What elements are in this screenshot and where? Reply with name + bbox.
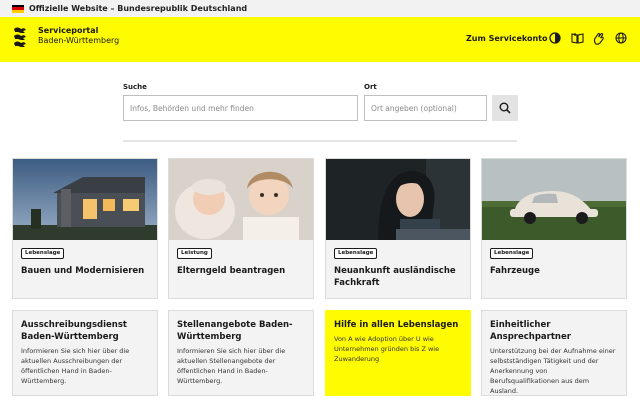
book-icon[interactable] <box>570 31 584 45</box>
official-website-text: Offizielle Website – Bundesrepublik Deut… <box>29 4 248 13</box>
header: Serviceportal Baden-Württemberg Zum Serv… <box>0 17 640 62</box>
contrast-icon[interactable] <box>548 31 562 45</box>
portal-subtitle[interactable]: Baden-Württemberg <box>38 36 119 45</box>
card-badge: Lebenslage <box>21 248 65 259</box>
coat-of-arms-logo[interactable] <box>12 25 32 50</box>
portal-title[interactable]: Serviceportal <box>38 26 98 35</box>
children-image <box>169 159 313 240</box>
house-image <box>13 159 157 240</box>
search-label: Suche <box>123 83 147 91</box>
card-title: Stellenangebote Baden-Württemberg <box>177 320 293 342</box>
card-description: Unterstützung bei der Aufnahme einer sel… <box>490 347 616 395</box>
card-neuankunft[interactable]: Lebenslage Neuankunft ausländische Fachk… <box>325 158 471 299</box>
woman-laptop-image <box>326 159 470 240</box>
card-bauen[interactable]: Lebenslage Bauen und Modernisieren <box>12 158 158 299</box>
search-icon <box>499 102 511 114</box>
german-flag-icon <box>12 4 24 13</box>
card-description: Informieren Sie sich hier über die aktue… <box>177 347 286 385</box>
section-divider <box>123 140 517 142</box>
card-badge: Lebenslage <box>334 248 378 259</box>
card-description: Informieren Sie sich hier über die aktue… <box>21 347 130 385</box>
card-title: Hilfe in allen Lebenslagen <box>334 320 459 330</box>
card-title: Neuankunft ausländische Fachkraft <box>334 266 456 288</box>
card-einheitlicher-ansprechpartner[interactable]: Einheitlicher Ansprechpartner Unterstütz… <box>481 310 627 396</box>
card-hilfe-lebenslagen[interactable]: Hilfe in allen Lebenslagen Von A wie Ado… <box>325 310 471 396</box>
card-stellenangebote[interactable]: Stellenangebote Baden-Württemberg Inform… <box>168 310 314 396</box>
card-fahrzeuge[interactable]: Lebenslage Fahrzeuge <box>481 158 627 299</box>
official-website-bar: Offizielle Website – Bundesrepublik Deut… <box>0 0 640 17</box>
card-title: Elterngeld beantragen <box>177 266 286 276</box>
search-input[interactable] <box>123 95 358 121</box>
card-title: Ausschreibungsdienst Baden-Württemberg <box>21 320 127 342</box>
card-ausschreibungsdienst[interactable]: Ausschreibungsdienst Baden-Württemberg I… <box>12 310 158 396</box>
card-badge: Lebenslage <box>490 248 534 259</box>
location-input[interactable] <box>364 95 487 121</box>
search-button[interactable] <box>492 95 518 121</box>
card-description: Von A wie Adoption über U wie Unternehme… <box>334 335 440 363</box>
location-label: Ort <box>364 83 377 91</box>
car-image <box>482 159 626 240</box>
servicekonto-link[interactable]: Zum Servicekonto <box>466 34 548 43</box>
globe-icon[interactable] <box>614 31 628 45</box>
card-title: Bauen und Modernisieren <box>21 266 145 276</box>
card-badge: Leistung <box>177 248 212 259</box>
card-elterngeld[interactable]: Leistung Elterngeld beantragen <box>168 158 314 299</box>
card-title: Einheitlicher Ansprechpartner <box>490 320 571 342</box>
sign-language-icon[interactable] <box>592 31 606 45</box>
card-title: Fahrzeuge <box>490 266 540 276</box>
